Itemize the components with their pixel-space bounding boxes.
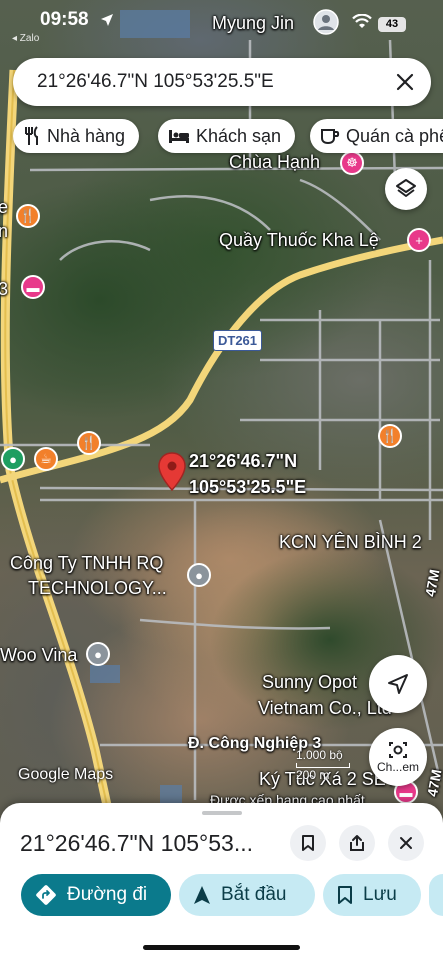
google-maps-logo: Google Maps xyxy=(18,766,114,783)
back-to-app-link[interactable]: ◂ Zalo xyxy=(12,33,39,44)
layers-button[interactable] xyxy=(385,168,427,210)
temple-poi-icon[interactable]: ☸ xyxy=(340,151,364,175)
directions-label: Đường đi xyxy=(67,884,148,905)
label-edge-e: e xyxy=(0,197,9,217)
chip-restaurants-label: Nhà hàng xyxy=(47,125,126,146)
share-icon xyxy=(350,835,364,851)
battery-indicator: 43 xyxy=(378,17,406,32)
hotel-poi-icon[interactable]: ▬ xyxy=(21,275,45,299)
wifi-icon xyxy=(352,14,372,28)
close-icon xyxy=(400,837,412,849)
pharmacy-poi-icon[interactable]: + xyxy=(407,228,431,252)
more-actions-button[interactable] xyxy=(429,874,443,916)
navigation-arrow-icon xyxy=(388,674,408,694)
restaurant-icon xyxy=(23,126,41,146)
share-button[interactable] xyxy=(339,825,375,861)
map-scale: 1.000 bộ 200 m xyxy=(296,748,350,782)
pin-coord-lng: 105°53'25.5"E xyxy=(189,477,307,497)
close-sheet-button[interactable] xyxy=(388,825,424,861)
save-button[interactable]: Lưu xyxy=(323,874,421,916)
bookmark-icon xyxy=(337,885,353,905)
status-time: 09:58 xyxy=(40,9,89,30)
restaurant-poi-icon[interactable]: 🍴 xyxy=(77,431,101,455)
search-query[interactable]: 21°26'46.7"N 105°53'25.5"E xyxy=(37,71,385,93)
sheet-drag-handle[interactable] xyxy=(202,811,242,815)
profile-avatar-icon[interactable] xyxy=(313,9,339,35)
clear-search-button[interactable] xyxy=(385,62,425,102)
label-edge-3: 3 xyxy=(0,279,9,299)
label-woo-vina[interactable]: Woo Vina xyxy=(0,645,77,666)
restaurant-poi-icon[interactable]: 🍴 xyxy=(16,204,40,228)
label-kcn-yen-binh[interactable]: KCN YÊN BÌNH 2 xyxy=(279,532,422,553)
start-button[interactable]: Bắt đầu xyxy=(179,874,315,916)
close-icon xyxy=(396,73,414,91)
chip-coffee[interactable]: Quán cà phê xyxy=(310,119,443,153)
my-location-button[interactable] xyxy=(369,655,427,713)
restaurant-poi-icon[interactable]: 🍴 xyxy=(378,424,402,448)
label-congty-2[interactable]: TECHNOLOGY... xyxy=(28,578,167,599)
company-poi-icon[interactable]: ● xyxy=(187,563,211,587)
pin-coord-lat: 21°26'46.7"N xyxy=(189,451,298,471)
company-poi-icon[interactable]: ● xyxy=(86,642,110,666)
dropped-pin-icon[interactable] xyxy=(158,452,186,492)
status-bar: 09:58 ◂ Zalo 43 xyxy=(0,0,443,44)
label-chua-hanh[interactable]: Chùa Hạnh xyxy=(229,152,320,173)
label-sunny-2[interactable]: Vietnam Co., Ltd xyxy=(258,698,392,719)
camera-label: Ch...em xyxy=(376,760,419,774)
scale-sub-label: 200 m xyxy=(296,768,330,782)
place-poi-icon[interactable]: ● xyxy=(1,447,25,471)
search-bar[interactable]: 21°26'46.7"N 105°53'25.5"E xyxy=(13,58,431,106)
scale-label: 1.000 bộ xyxy=(296,748,343,762)
navigation-icon xyxy=(193,885,211,905)
bookmark-icon xyxy=(302,835,314,851)
label-road-47m-2: 47M xyxy=(424,768,443,798)
save-icon-button[interactable] xyxy=(290,825,326,861)
chip-coffee-label: Quán cà phê xyxy=(346,125,443,146)
hotel-icon xyxy=(168,128,190,144)
save-label: Lưu xyxy=(363,884,397,905)
label-edge-n: n xyxy=(0,221,9,241)
start-label: Bắt đầu xyxy=(221,884,287,905)
chip-hotels[interactable]: Khách sạn xyxy=(158,119,296,153)
directions-icon xyxy=(35,884,57,906)
coffee-icon xyxy=(320,127,340,145)
label-congty-1[interactable]: Công Ty TNHH RQ xyxy=(10,553,163,574)
label-sunny-1[interactable]: Sunny Opot xyxy=(262,672,357,693)
place-title: 21°26'46.7"N 105°53... xyxy=(20,830,254,856)
road-badge-dt261: DT261 xyxy=(213,330,263,351)
location-arrow-icon xyxy=(101,14,113,26)
home-indicator xyxy=(143,945,300,950)
chip-hotels-label: Khách sạn xyxy=(196,125,282,146)
lens-camera-icon xyxy=(389,742,407,758)
layers-icon xyxy=(396,179,416,197)
directions-button[interactable]: Đường đi xyxy=(21,874,171,916)
coffee-poi-icon[interactable]: ☕ xyxy=(34,447,58,471)
chip-restaurants[interactable]: Nhà hàng xyxy=(13,119,140,153)
camera-search-button[interactable]: Ch...em xyxy=(369,728,427,786)
label-quay-thuoc[interactable]: Quầy Thuốc Kha Lệ xyxy=(219,230,379,251)
